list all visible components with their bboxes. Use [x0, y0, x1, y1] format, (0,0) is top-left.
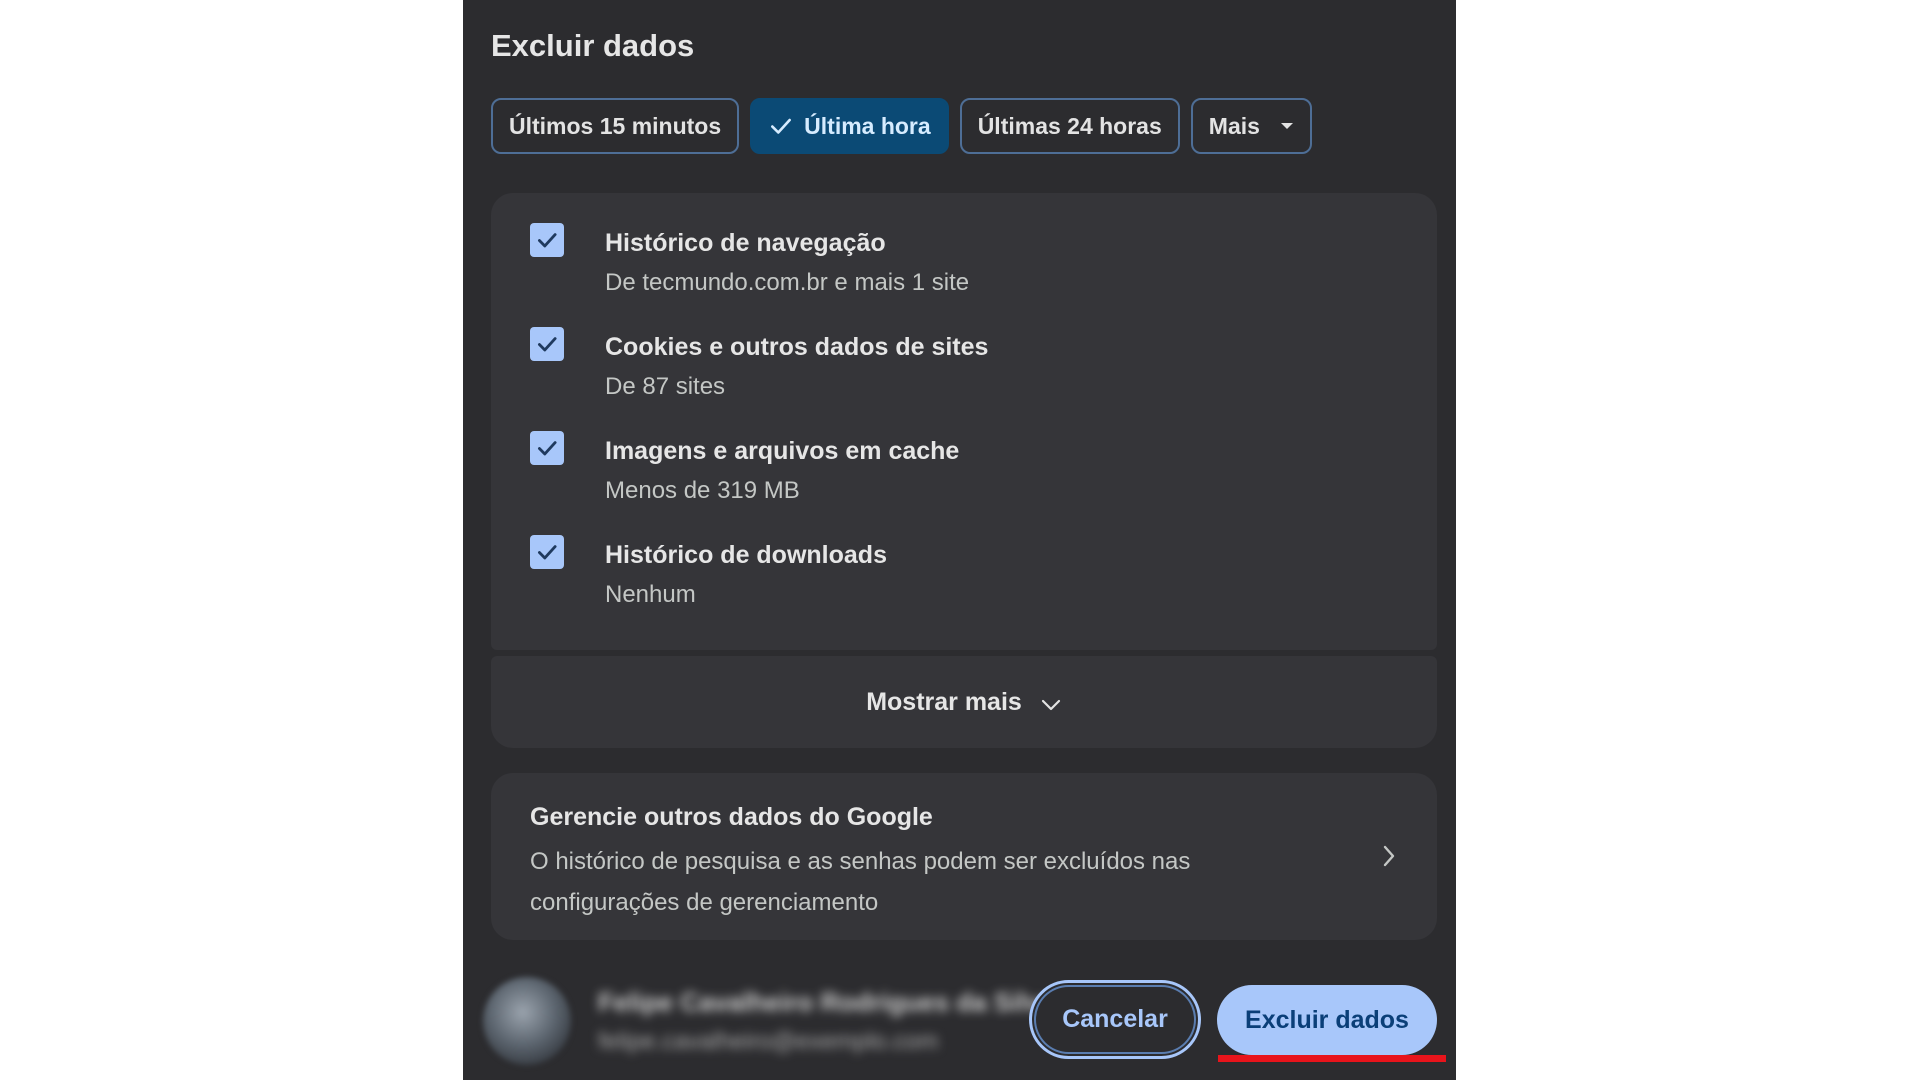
account-email: felipe.cavalheiro@exemplo.com [598, 1028, 939, 1055]
time-range-chips: Últimos 15 minutos Última hora Últimas 2… [491, 98, 1312, 154]
item-title: Imagens e arquivos em cache [605, 437, 960, 465]
item-title: Cookies e outros dados de sites [605, 333, 989, 361]
checkmark-icon [538, 233, 557, 248]
chip-more-dropdown[interactable]: Mais [1190, 98, 1312, 154]
chip-label: Últimos 15 minutos [509, 112, 722, 139]
item-subtitle: De tecmundo.com.br e mais 1 site [605, 269, 970, 296]
data-types-panel: Histórico de navegação De tecmundo.com.b… [491, 193, 1437, 650]
item-subtitle: Nenhum [605, 581, 696, 608]
chip-last-24-hours[interactable]: Últimas 24 horas [959, 98, 1180, 154]
chip-last-15-minutes[interactable]: Últimos 15 minutos [491, 98, 740, 154]
checkbox-download-history[interactable] [530, 535, 564, 569]
chip-label: Última hora [804, 112, 931, 139]
checkmark-icon [538, 441, 557, 456]
dialog-title: Excluir dados [491, 28, 695, 63]
account-info: Felipe Cavalheiro Rodrigues da Silva fel… [598, 987, 1055, 1056]
clear-data-dialog: Excluir dados Últimos 15 minutos Última … [463, 0, 1456, 1080]
highlight-underline [1218, 1055, 1446, 1062]
chevron-down-icon [1041, 699, 1060, 711]
item-cache[interactable]: Imagens e arquivos em cache Menos de 319… [491, 401, 1437, 505]
show-more-label: Mostrar mais [866, 687, 1022, 716]
caret-down-icon [1280, 123, 1293, 129]
checkbox-browsing-history[interactable] [530, 223, 564, 257]
checkmark-icon [771, 118, 792, 134]
google-data-description: O histórico de pesquisa e as senhas pode… [530, 848, 1191, 916]
avatar [483, 977, 571, 1065]
checkmark-icon [538, 337, 557, 352]
item-subtitle: De 87 sites [605, 373, 726, 400]
cancel-button[interactable]: Cancelar [1029, 980, 1201, 1059]
item-download-history[interactable]: Histórico de downloads Nenhum [491, 505, 1437, 609]
item-title: Histórico de navegação [605, 229, 886, 257]
item-subtitle: Menos de 319 MB [605, 477, 800, 504]
delete-data-button[interactable]: Excluir dados [1217, 985, 1437, 1055]
item-browsing-history[interactable]: Histórico de navegação De tecmundo.com.b… [491, 193, 1437, 297]
show-more-button[interactable]: Mostrar mais [491, 656, 1437, 748]
checkbox-cache[interactable] [530, 431, 564, 465]
checkbox-cookies[interactable] [530, 327, 564, 361]
dialog-footer: Felipe Cavalheiro Rodrigues da Silva fel… [463, 965, 1456, 1080]
item-cookies[interactable]: Cookies e outros dados de sites De 87 si… [491, 297, 1437, 401]
chip-label: Últimas 24 horas [977, 112, 1162, 139]
chip-label: Mais [1208, 112, 1260, 139]
chevron-right-icon [1383, 845, 1395, 867]
checkmark-icon [538, 545, 557, 560]
chip-last-hour[interactable]: Última hora [750, 98, 949, 154]
google-data-title: Gerencie outros dados do Google [530, 803, 933, 831]
manage-google-data-link[interactable]: Gerencie outros dados do Google O histór… [491, 773, 1437, 940]
item-title: Histórico de downloads [605, 541, 887, 569]
account-name: Felipe Cavalheiro Rodrigues da Silva [598, 987, 1055, 1017]
